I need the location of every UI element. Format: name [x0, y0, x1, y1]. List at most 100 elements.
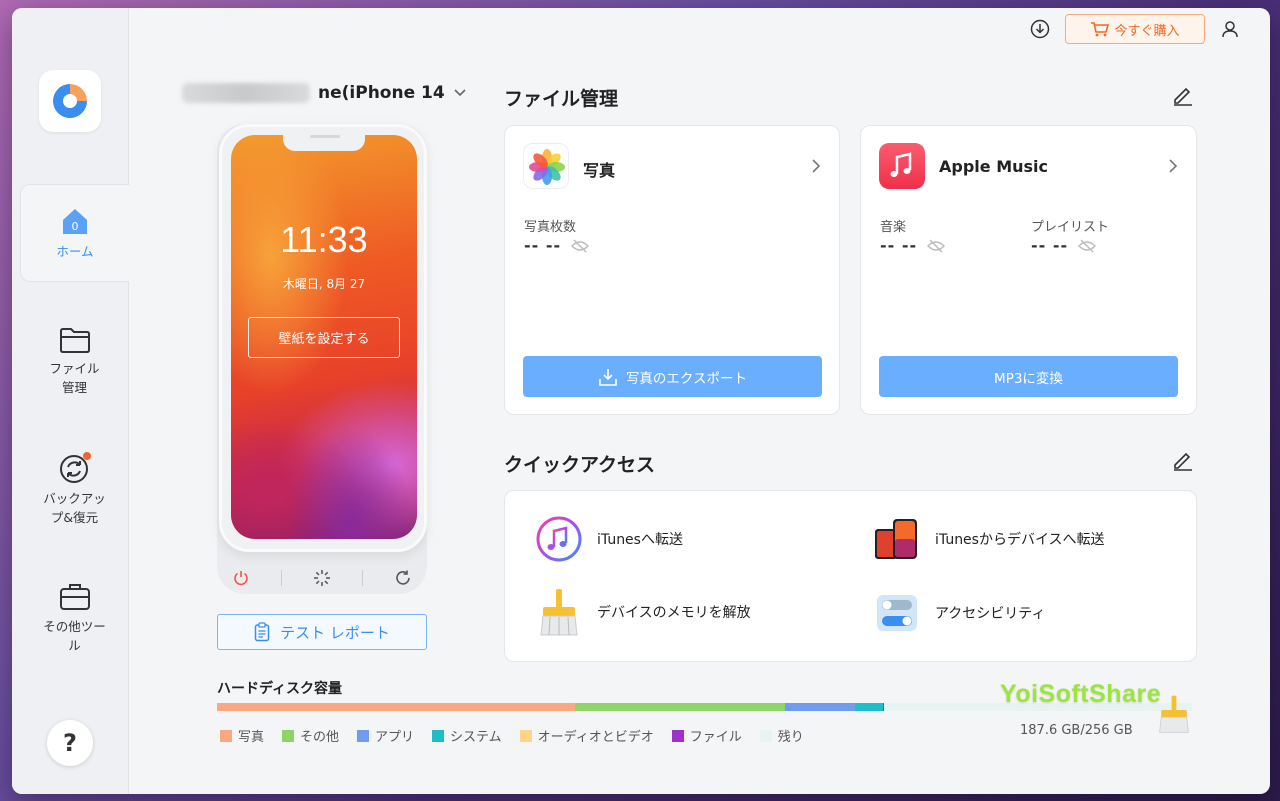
sidebar-item-label: ファイル: [49, 361, 100, 376]
sidebar-item-other-tools[interactable]: その他ツー ル: [20, 582, 129, 656]
sidebar: 0 ホーム ファイル 管理 バックアッ プ&復元 その他ツー ル ?: [12, 8, 129, 794]
photos-icon: [529, 149, 565, 185]
hidden-eye-icon[interactable]: [927, 239, 946, 253]
music-app-icon: [879, 143, 925, 189]
chevron-right-icon[interactable]: [1168, 158, 1178, 174]
device-name: ne(iPhone 14: [318, 83, 445, 103]
quick-access-label: アクセシビリティ: [935, 606, 1046, 622]
buy-now-label: 今すぐ購入: [1114, 23, 1180, 39]
export-photos-label: 写真のエクスポート: [625, 370, 748, 387]
account-button[interactable]: [1220, 19, 1240, 43]
chevron-down-icon: [454, 89, 466, 97]
quick-access-label: デバイスのメモリを解放: [597, 605, 751, 621]
sidebar-item-label: バックアッ: [43, 491, 106, 506]
storage-segment: [785, 703, 855, 711]
legend-swatch: [432, 729, 445, 742]
buy-now-button[interactable]: 今すぐ購入: [1065, 14, 1205, 44]
svg-text:0: 0: [72, 220, 79, 233]
edit-icon[interactable]: [1172, 451, 1194, 471]
legend-label: 残り: [777, 730, 804, 745]
legend-item: その他: [282, 726, 339, 745]
photo-count-value: -- --: [524, 236, 590, 255]
watermark-text: YoiSoftShare: [1000, 680, 1162, 708]
home-icon: 0: [63, 209, 87, 234]
music-count-text: -- --: [880, 236, 918, 255]
sidebar-item-label: その他ツー: [43, 619, 106, 634]
photos-card[interactable]: 写真 写真枚数 -- -- 写真のエクスポート: [504, 125, 840, 415]
edit-icon[interactable]: [1172, 86, 1194, 106]
sidebar-item-file-management[interactable]: ファイル 管理: [20, 326, 129, 398]
help-button[interactable]: ?: [47, 720, 93, 766]
apple-music-card[interactable]: Apple Music 音楽 -- -- プレイリスト -- -- MP3に変換: [860, 125, 1197, 415]
refresh-icon[interactable]: [394, 569, 412, 587]
device-transfer-icon: [875, 519, 917, 559]
lock-screen-time: 11:33: [280, 219, 368, 260]
quick-access-title: クイックアクセス: [504, 454, 656, 476]
broom-icon: [1159, 695, 1189, 733]
power-icon[interactable]: [232, 569, 250, 587]
convert-mp3-label: MP3に変換: [994, 370, 1063, 387]
sidebar-item-label: ホーム: [56, 244, 94, 259]
hidden-eye-icon[interactable]: [1078, 239, 1097, 253]
playlist-count-value: -- --: [1031, 236, 1097, 255]
legend-swatch: [759, 729, 772, 742]
music-note-icon: [890, 152, 912, 177]
download-icon: [1030, 19, 1050, 39]
app-logo: [39, 70, 101, 132]
sidebar-item-backup-restore[interactable]: バックアッ プ&復元: [20, 452, 129, 528]
legend-item: システム: [432, 726, 502, 745]
convert-mp3-button[interactable]: MP3に変換: [879, 356, 1178, 397]
storage-size: 187.6 GB/256 GB: [1020, 723, 1133, 738]
broom-icon: [540, 589, 578, 636]
export-icon: [599, 368, 617, 386]
sidebar-item-label: プ&復元: [50, 509, 99, 525]
app-logo-icon: [53, 84, 87, 118]
music-count-value: -- --: [880, 236, 946, 255]
legend-label: アプリ: [375, 730, 415, 745]
storage-segment: [217, 703, 575, 711]
playlist-count-text: -- --: [1031, 236, 1069, 255]
hidden-eye-icon[interactable]: [571, 239, 590, 253]
cart-icon: [1091, 22, 1110, 37]
loading-spinner-icon[interactable]: [313, 569, 331, 587]
sidebar-item-label: 管理: [61, 379, 87, 395]
quick-access-accessibility[interactable]: アクセシビリティ: [873, 591, 1045, 635]
toggle-icon: [877, 595, 917, 631]
legend-swatch: [357, 729, 370, 742]
download-button[interactable]: [1030, 19, 1050, 43]
sidebar-item-home[interactable]: 0 ホーム: [20, 184, 129, 282]
test-report-label: テスト レポート: [280, 623, 390, 642]
phone-mockup: 11:33 木曜日, 8月 27 壁紙を設定する: [219, 124, 427, 552]
legend-item: アプリ: [357, 726, 414, 745]
storage-segment: [854, 703, 883, 711]
legend-item: 残り: [759, 726, 804, 745]
legend-item: オーディオとビデオ: [519, 726, 654, 745]
device-preview-panel: 11:33 木曜日, 8月 27 壁紙を設定する: [217, 124, 427, 594]
legend-item: ファイル: [671, 726, 742, 745]
test-report-button[interactable]: テスト レポート: [217, 614, 427, 650]
legend-label: ファイル: [689, 730, 742, 745]
folder-icon: [59, 328, 90, 353]
legend-swatch: [220, 729, 232, 742]
legend-label: 写真: [238, 730, 265, 745]
quick-access-itunes-transfer[interactable]: iTunesへ転送: [535, 515, 683, 563]
device-selector[interactable]: ne(iPhone 14: [182, 83, 467, 103]
quick-access-card: iTunesへ転送 iTunesからデバイスへ転送 デバイスのメモリを解放 アク…: [504, 490, 1197, 662]
sidebar-item-label: ル: [68, 637, 81, 653]
legend-swatch: [282, 729, 295, 742]
chevron-right-icon[interactable]: [811, 158, 821, 174]
quick-access-free-memory[interactable]: デバイスのメモリを解放: [535, 587, 751, 637]
user-icon: [1222, 21, 1238, 38]
phone-controls: [217, 562, 427, 594]
quick-access-label: iTunesからデバイスへ転送: [935, 532, 1105, 548]
legend-label: その他: [300, 730, 340, 745]
quick-access-label: iTunesへ転送: [597, 532, 683, 548]
photos-title: 写真: [583, 161, 616, 180]
music-count-label: 音楽: [880, 220, 907, 235]
export-photos-button[interactable]: 写真のエクスポート: [523, 356, 822, 397]
quick-access-itunes-to-device[interactable]: iTunesからデバイスへ転送: [873, 515, 1105, 563]
device-name-redacted: [182, 83, 310, 103]
divider: [361, 570, 363, 586]
legend-swatch: [671, 729, 684, 742]
set-wallpaper-button[interactable]: 壁紙を設定する: [248, 317, 400, 358]
